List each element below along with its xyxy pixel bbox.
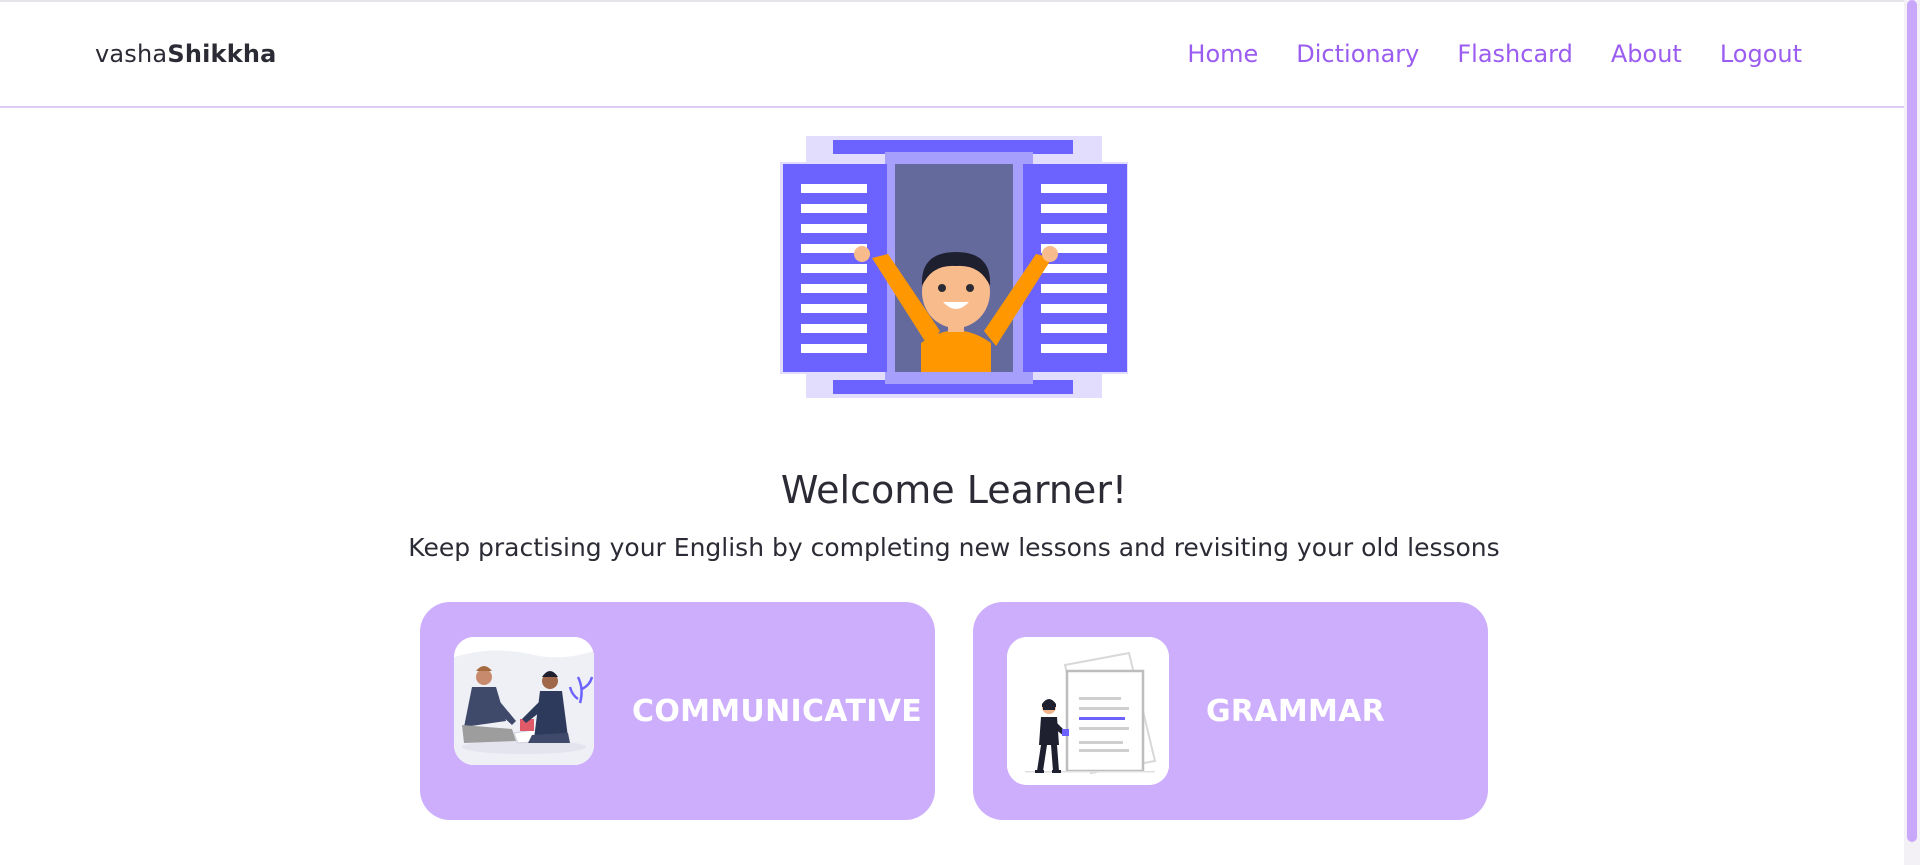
nav-dictionary[interactable]: Dictionary bbox=[1296, 40, 1419, 68]
page-subtitle: Keep practising your English by completi… bbox=[408, 533, 1500, 562]
brand-part-1: vasha bbox=[95, 40, 168, 68]
scrollbar-thumb[interactable] bbox=[1907, 0, 1917, 842]
nav-links: Home Dictionary Flashcard About Logout bbox=[1149, 40, 1802, 68]
scrollbar[interactable] bbox=[1904, 0, 1920, 865]
person-with-document-illustration bbox=[1007, 637, 1169, 785]
grammar-card[interactable]: GRAMMAR bbox=[973, 602, 1488, 820]
grammar-label: GRAMMAR bbox=[1206, 693, 1386, 729]
nav-logout[interactable]: Logout bbox=[1720, 40, 1802, 68]
nav-about[interactable]: About bbox=[1611, 40, 1682, 68]
brand-logo[interactable]: vashaShikkha bbox=[95, 40, 277, 68]
page-title: Welcome Learner! bbox=[780, 468, 1128, 512]
navbar: vashaShikkha Home Dictionary Flashcard A… bbox=[0, 2, 1904, 108]
nav-flashcard[interactable]: Flashcard bbox=[1457, 40, 1572, 68]
two-people-talking-illustration bbox=[454, 637, 594, 765]
communicative-label: COMMUNICATIVE bbox=[632, 693, 922, 729]
nav-home[interactable]: Home bbox=[1187, 40, 1258, 68]
communicative-card[interactable]: COMMUNICATIVE bbox=[420, 602, 935, 820]
brand-part-2: Shikkha bbox=[167, 40, 277, 68]
child-at-window-illustration bbox=[780, 136, 1128, 398]
